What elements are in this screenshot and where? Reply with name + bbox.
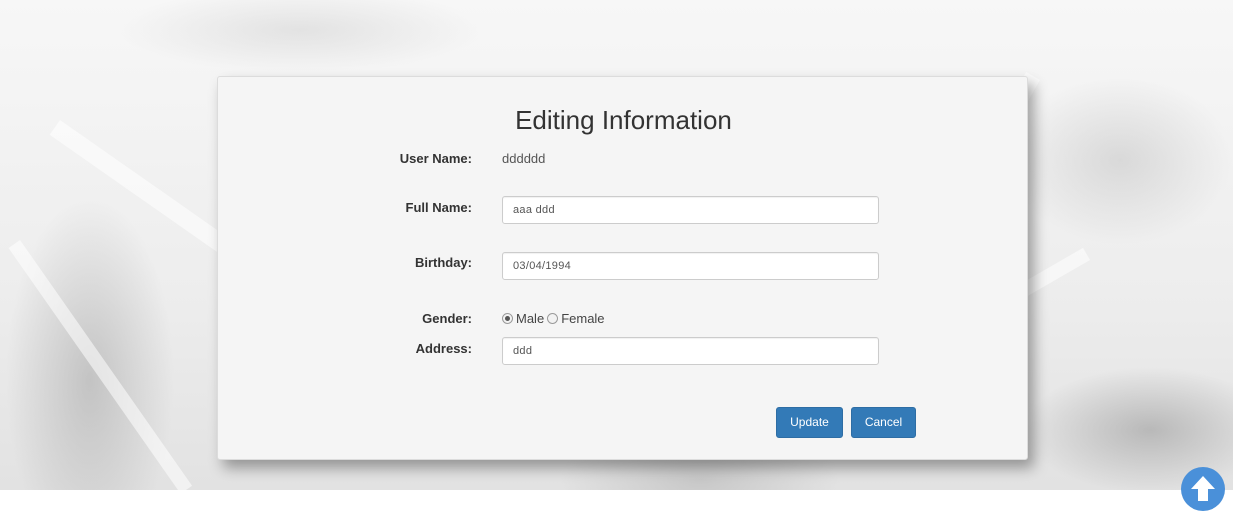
address-field[interactable]: ddd <box>502 337 879 365</box>
scroll-to-top-button[interactable] <box>1181 467 1225 511</box>
address-label: Address: <box>415 341 472 356</box>
arrow-up-icon <box>1191 476 1215 501</box>
username-label: User Name: <box>399 151 472 166</box>
edit-info-panel: Editing Information User Name: dddddd Fu… <box>217 76 1028 460</box>
cancel-button[interactable]: Cancel <box>851 407 916 438</box>
page-title: Editing Information <box>515 105 732 135</box>
birthday-label: Birthday: <box>414 255 472 270</box>
gender-label: Gender: <box>422 311 472 326</box>
birthday-field[interactable]: 03/04/1994 <box>502 252 879 280</box>
gender-female-radio[interactable] <box>547 313 559 324</box>
username-value: dddddd <box>502 151 546 166</box>
update-button[interactable]: Update <box>776 407 843 438</box>
gender-female-label[interactable]: Female <box>561 311 604 326</box>
fullname-label: Full Name: <box>405 200 472 215</box>
gender-radio-group: Male Female <box>502 311 605 326</box>
fullname-field[interactable]: aaa ddd <box>502 196 879 224</box>
gender-male-label[interactable]: Male <box>516 311 544 326</box>
background-stripe <box>8 240 193 494</box>
gender-male-radio[interactable] <box>502 313 513 324</box>
